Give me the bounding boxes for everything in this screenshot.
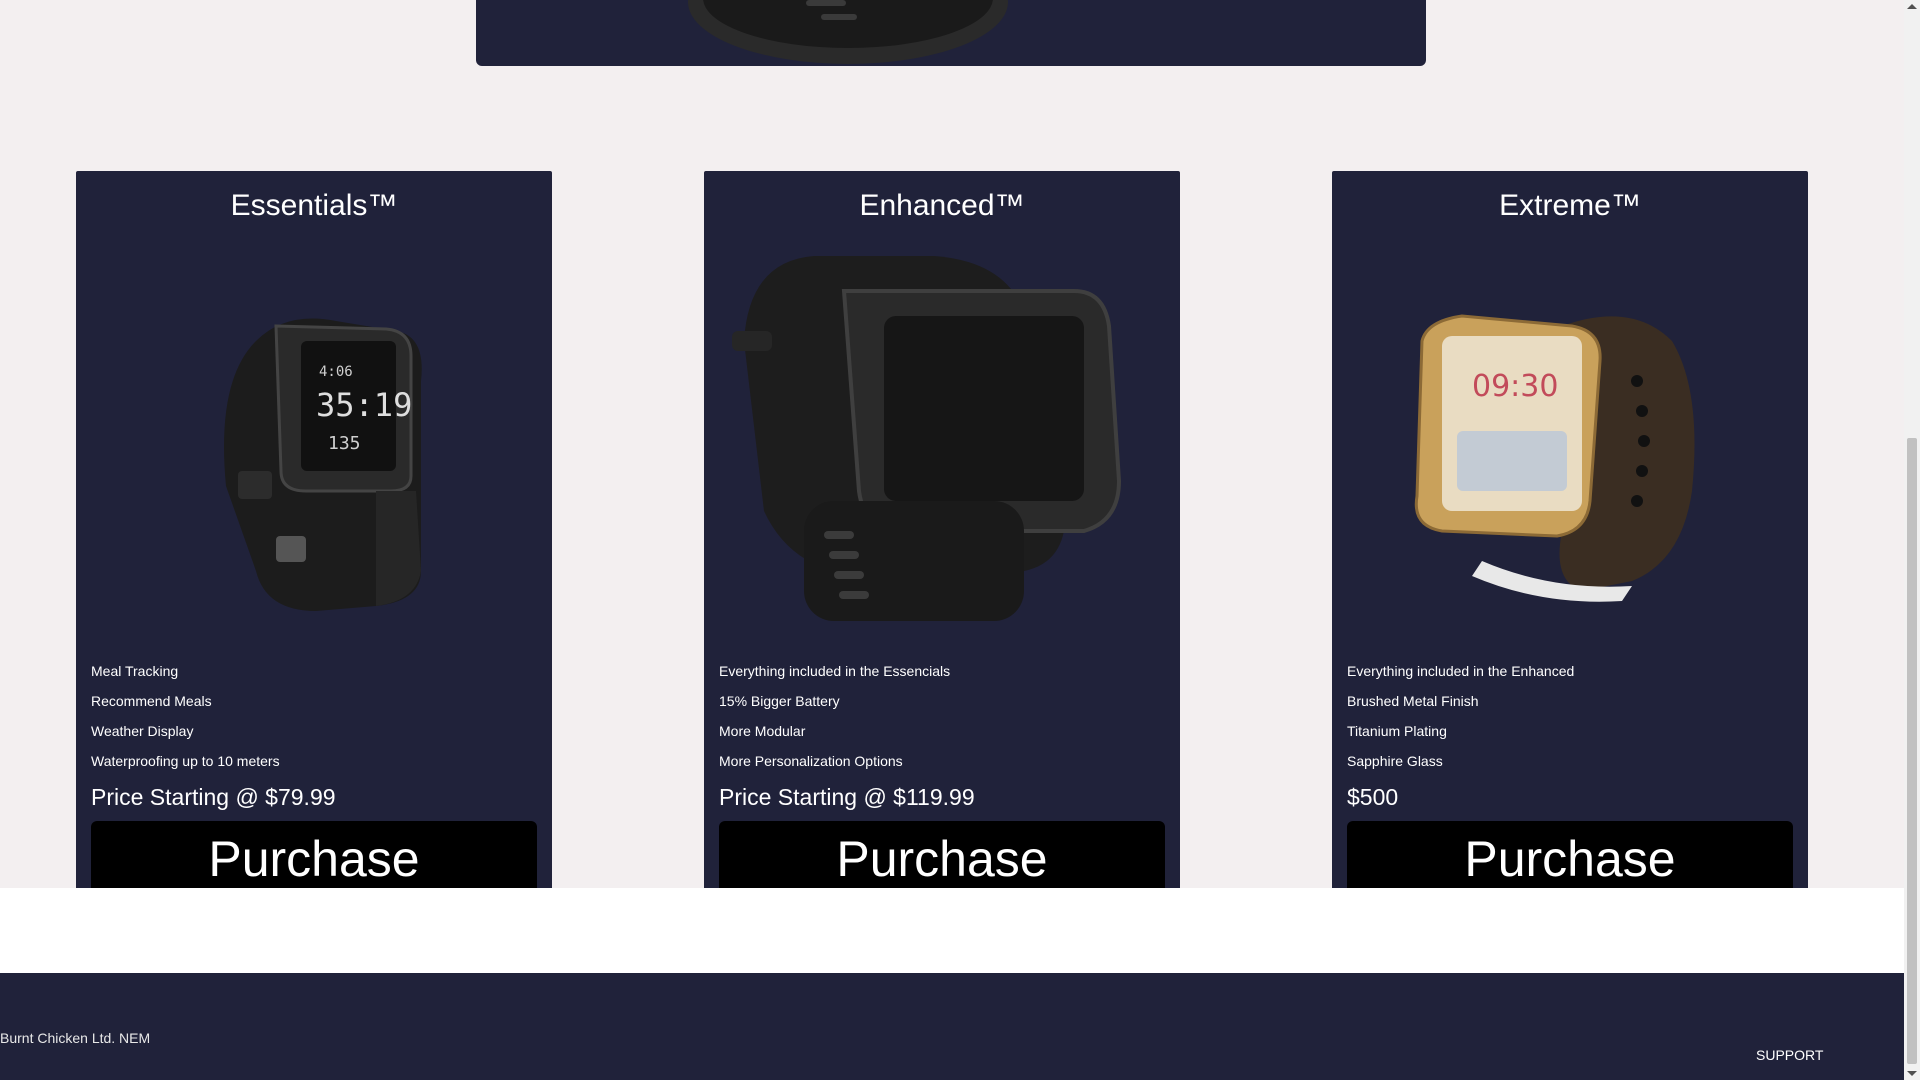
feature-list: Everything included in the Enhanced Brus…: [1347, 656, 1574, 776]
plan-card-extreme: Extreme™ 09:30 Everything included in th…: [1332, 171, 1808, 896]
feature-list: Everything included in the Essencials 15…: [719, 656, 950, 776]
scroll-up-arrow-icon[interactable]: [1907, 4, 1917, 9]
feature-item: Everything included in the Enhanced: [1347, 663, 1575, 679]
feature-item: Sapphire Glass: [1347, 753, 1443, 769]
feature-item: Meal Tracking: [91, 663, 179, 679]
scroll-down-arrow-icon[interactable]: [1907, 1071, 1917, 1076]
footer: Burnt Chicken Ltd. NEM SUPPORT: [0, 973, 1904, 1080]
feature-item: Everything included in the Essencials: [719, 663, 951, 679]
feature-item: Titanium Plating: [1347, 723, 1447, 739]
plan-title: Enhanced™: [859, 189, 1025, 222]
feature-item: Weather Display: [91, 723, 194, 739]
svg-text:09:30: 09:30: [1472, 369, 1558, 404]
content-spacer: [0, 888, 1904, 973]
purchase-button[interactable]: Purchase: [1347, 821, 1793, 896]
plan-title: Extreme™: [1499, 189, 1641, 222]
feature-item: Brushed Metal Finish: [1347, 693, 1479, 709]
page-scrollbar[interactable]: [1904, 0, 1920, 1080]
footer-company: Burnt Chicken Ltd. NEM: [0, 1030, 151, 1046]
plan-card-enhanced: Enhanced™ Everything included in the Ess…: [704, 171, 1180, 896]
svg-text:4:06: 4:06: [319, 364, 353, 380]
svg-text:135: 135: [328, 433, 361, 454]
feature-item: Waterproofing up to 10 meters: [91, 753, 280, 769]
feature-item: More Modular: [719, 723, 806, 739]
svg-text:35:19: 35:19: [316, 386, 412, 424]
support-link[interactable]: SUPPORT: [1756, 1047, 1823, 1063]
purchase-button[interactable]: Purchase: [91, 821, 537, 896]
feature-item: Recommend Meals: [91, 693, 212, 709]
feature-list: Meal Tracking Recommend Meals Weather Di…: [91, 656, 280, 776]
plan-price: Price Starting @ $119.99: [719, 784, 975, 810]
purchase-button[interactable]: Purchase: [719, 821, 1165, 896]
feature-item: 15% Bigger Battery: [719, 693, 840, 709]
scrollbar-thumb[interactable]: [1907, 438, 1917, 1064]
plan-title: Essentials™: [230, 189, 398, 222]
feature-item: More Personalization Options: [719, 753, 903, 769]
plan-price: Price Starting @ $79.99: [91, 784, 336, 810]
plan-card-essentials: Essentials™ 4:06 35:19 135 Meal Tracking…: [76, 171, 552, 896]
plan-price: $500: [1347, 784, 1399, 810]
